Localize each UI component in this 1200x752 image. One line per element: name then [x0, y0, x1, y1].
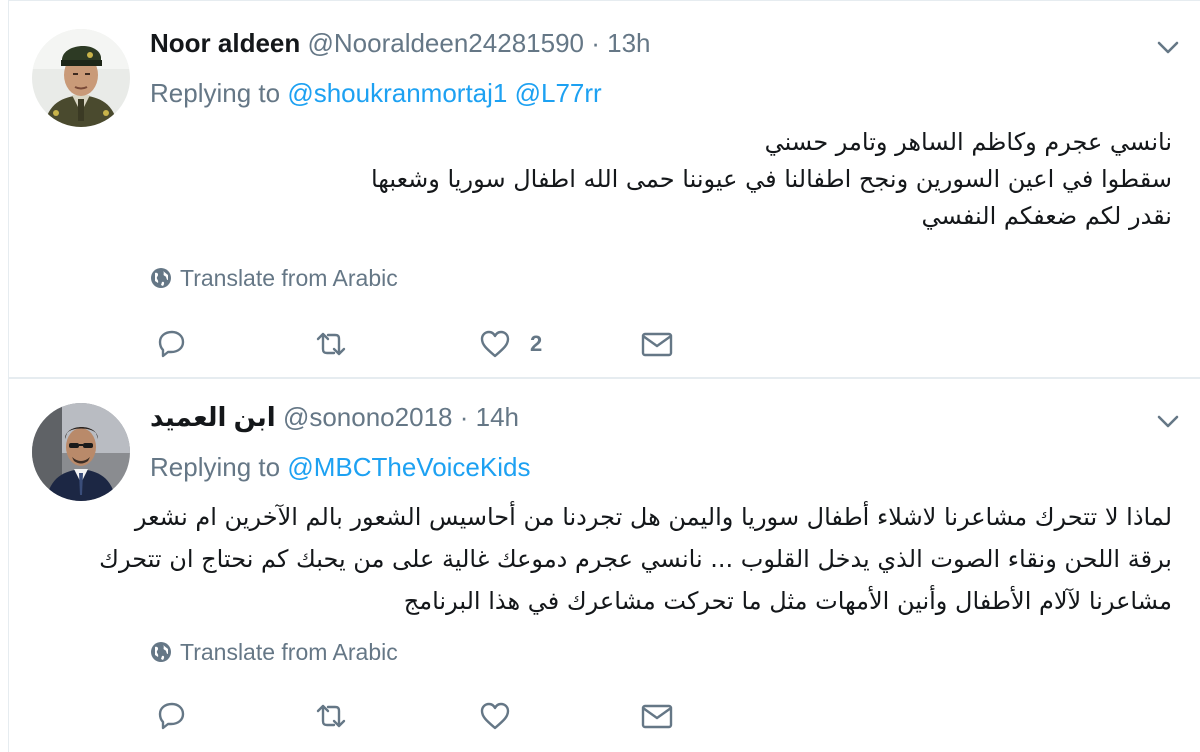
mention-link[interactable]: @L77rr [515, 78, 602, 108]
tweet-text: نانسي عجرم وكاظم الساهر وتامر حسني سقطوا… [150, 124, 1172, 235]
tweet[interactable]: Noor aldeen @Nooraldeen24281590 · 13h Re… [9, 0, 1200, 378]
reply-icon [158, 702, 185, 730]
translate-label: Translate from Arabic [180, 265, 398, 291]
replying-to-label: Replying to [150, 452, 281, 482]
envelope-icon [641, 332, 673, 357]
like-button[interactable] [478, 699, 530, 733]
retweet-icon [316, 704, 346, 728]
heart-icon [480, 702, 510, 730]
tweet-text: لماذا لا تتحرك مشاعرنا لاشلاء أطفال سوري… [99, 496, 1172, 622]
mention-link[interactable]: @MBCTheVoiceKids [287, 452, 530, 482]
user-handle[interactable]: @Nooraldeen24281590 [307, 28, 584, 58]
tweet-text-line: لماذا لا تتحرك مشاعرنا لاشلاء أطفال سوري… [134, 503, 1172, 531]
display-name[interactable]: Noor aldeen [150, 28, 300, 58]
envelope-icon [641, 704, 673, 729]
heart-icon [480, 330, 510, 358]
retweet-icon [316, 332, 346, 356]
retweet-button[interactable] [314, 327, 348, 361]
globe-icon [151, 268, 171, 288]
translate-label: Translate from Arabic [180, 639, 398, 665]
reply-icon [158, 330, 185, 358]
direct-message-button[interactable] [640, 327, 674, 361]
reply-button[interactable] [154, 699, 188, 733]
tweet-text-line: برقة اللحن ونقاء الصوت الذي يدخل القلوب … [99, 545, 1172, 573]
timestamp[interactable]: 14h [476, 402, 519, 432]
translate-button[interactable]: Translate from Arabic [150, 638, 398, 666]
like-count: 2 [530, 331, 543, 356]
separator-dot: · [459, 402, 469, 432]
avatar[interactable] [32, 29, 130, 127]
display-name[interactable]: ابن العميد [150, 402, 276, 432]
replying-to: Replying to @MBCTheVoiceKids [150, 451, 530, 483]
chevron-down-icon[interactable] [1152, 405, 1184, 437]
tweet-header: Noor aldeen @Nooraldeen24281590 · 13h [150, 27, 1140, 59]
tweet-header: ابن العميد @sonono2018 · 14h [150, 401, 1140, 433]
retweet-button[interactable] [314, 699, 348, 733]
mention-link[interactable]: @shoukranmortaj1 [287, 78, 507, 108]
timestamp[interactable]: 13h [607, 28, 650, 58]
avatar[interactable] [32, 403, 130, 501]
separator-dot: · [591, 28, 600, 58]
user-handle[interactable]: @sonono2018 [283, 402, 453, 432]
replying-to-label: Replying to [150, 78, 281, 108]
direct-message-button[interactable] [640, 699, 674, 733]
like-button[interactable]: 2 [478, 327, 542, 361]
reply-button[interactable] [154, 327, 188, 361]
translate-button[interactable]: Translate from Arabic [150, 264, 398, 292]
tweet[interactable]: ابن العميد @sonono2018 · 14h Replying to… [9, 379, 1200, 752]
chevron-down-icon[interactable] [1152, 31, 1184, 63]
tweet-text-line: نانسي عجرم وكاظم الساهر وتامر حسني [764, 128, 1172, 156]
globe-icon [151, 642, 171, 662]
tweet-text-line: مشاعرنا لآلام الأطفال وأنين الأمهات مثل … [403, 587, 1172, 615]
replying-to: Replying to @shoukranmortaj1 @L77rr [150, 77, 602, 109]
tweet-text-line: نقدر لكم ضعفكم النفسي [921, 202, 1172, 230]
tweet-text-line: سقطوا في اعين السورين ونجح اطفالنا في عي… [370, 165, 1172, 193]
